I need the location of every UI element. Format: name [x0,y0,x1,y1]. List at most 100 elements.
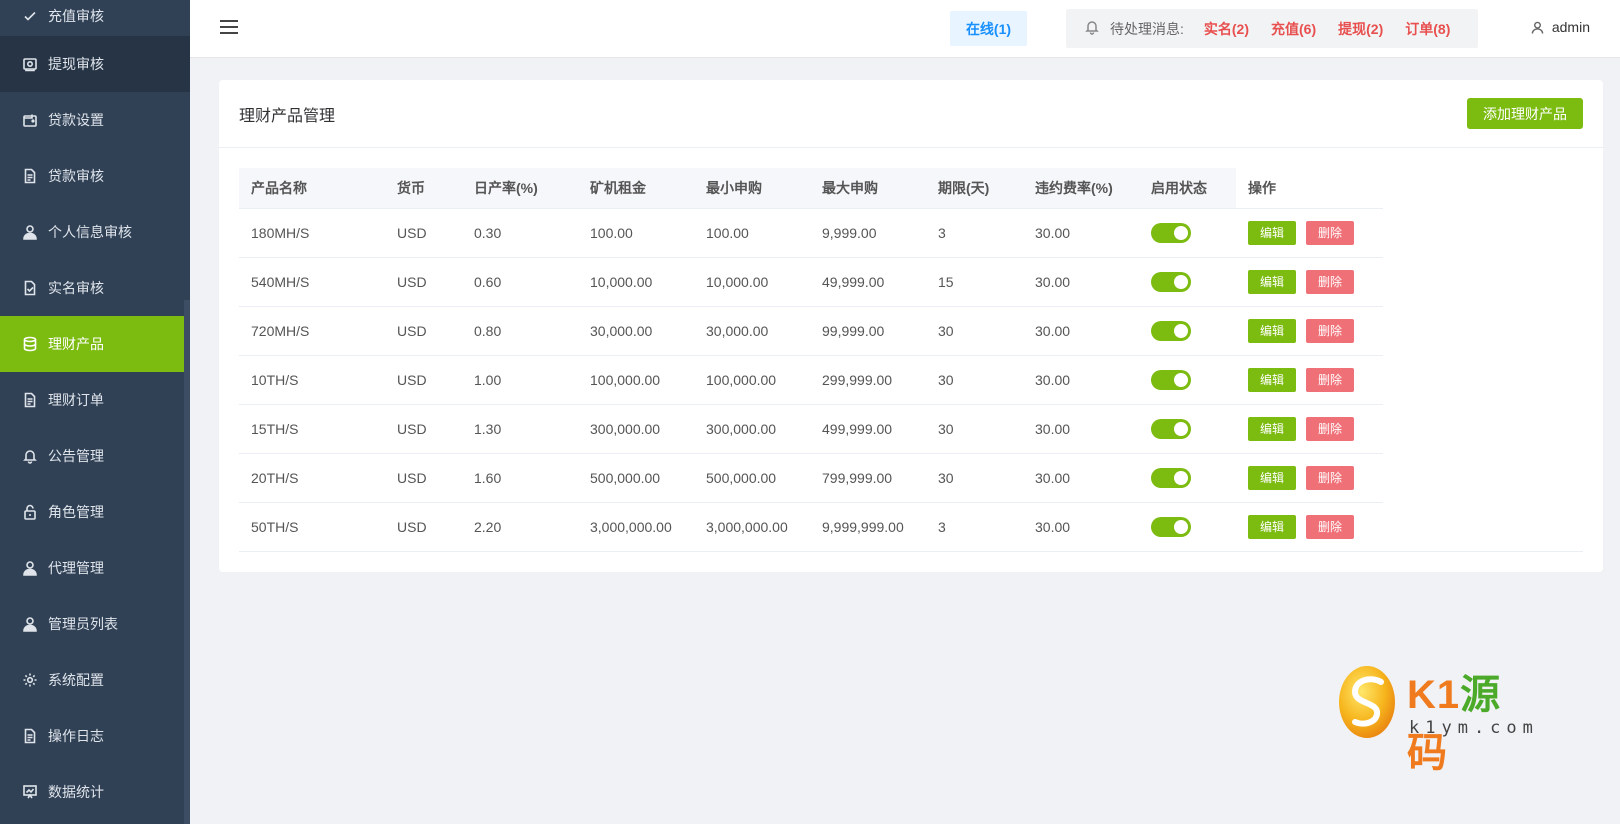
table-cell: 3,000,000.00 [694,502,810,552]
column-header[interactable]: 产品名称 [239,168,385,209]
enable-toggle[interactable] [1151,222,1191,243]
enable-toggle[interactable] [1151,516,1191,537]
column-header[interactable]: 矿机租金 [578,168,694,209]
sidebar-item-4[interactable]: 个人信息审核 [0,204,190,260]
sidebar-item-11[interactable]: 管理员列表 [0,596,190,652]
edit-button[interactable]: 编辑 [1248,269,1297,294]
sidebar-item-14[interactable]: 数据统计 [0,764,190,820]
table-cell: 540MH/S [239,257,385,307]
table-cell: 30.00 [1023,208,1139,258]
column-header[interactable]: 日产率(%) [462,168,578,209]
notice-link-withdraw[interactable]: 提现(2) [1338,19,1383,39]
table-cell: 9,999,999.00 [810,502,926,552]
enable-toggle[interactable] [1151,369,1191,390]
enable-toggle[interactable] [1151,320,1191,341]
sidebar-item-0[interactable]: 充值审核 [0,0,190,36]
edit-button[interactable]: 编辑 [1248,367,1297,392]
delete-button[interactable]: 删除 [1306,416,1355,441]
table-cell: 30.00 [1023,404,1139,454]
wallet-icon [22,112,38,128]
notice-link-realname[interactable]: 实名(2) [1204,19,1249,39]
table-cell: 100.00 [578,208,694,258]
table-row: 180MH/S USD 0.30 100.00 100.00 9,999.00 3 30.00… [239,208,1383,258]
column-header[interactable]: 操作 [1236,168,1383,209]
column-header[interactable]: 最小申购 [694,168,810,209]
brand-url: k1ym.com [1409,718,1539,738]
delete-button[interactable]: 删除 [1306,220,1355,245]
edit-button[interactable]: 编辑 [1248,514,1297,539]
sidebar-item-label: 个人信息审核 [48,224,132,240]
table-cell: 3,000,000.00 [578,502,694,552]
table-cell: 3 [926,502,1023,552]
table-cell: USD [385,355,462,405]
column-header[interactable]: 最大申购 [810,168,926,209]
notice-link-orders[interactable]: 订单(8) [1405,19,1450,39]
toggle-knob [1174,225,1188,240]
user-menu[interactable]: admin [1531,19,1590,35]
enable-toggle[interactable] [1151,271,1191,292]
top-header: 在线(1) 待处理消息: 实名(2) 充值(6) 提现(2) 订单(8) adm… [190,0,1620,58]
sidebar-item-label: 操作日志 [48,728,104,744]
column-header[interactable]: 违约费率(%) [1023,168,1139,209]
table-cell: 0.30 [462,208,578,258]
table-cell: 1.00 [462,355,578,405]
bell-icon [22,448,38,464]
edit-button[interactable]: 编辑 [1248,220,1297,245]
sidebar-item-label: 系统配置 [48,672,104,688]
gear-icon [22,672,38,688]
table-cell: 15 [926,257,1023,307]
edit-button[interactable]: 编辑 [1248,416,1297,441]
menu-toggle-icon[interactable] [220,20,238,36]
table-cell: 30 [926,404,1023,454]
delete-button[interactable]: 删除 [1306,367,1355,392]
actions-cell: 编辑 删除 [1236,502,1383,552]
sidebar-item-8[interactable]: 公告管理 [0,428,190,484]
toggle-knob [1174,470,1188,485]
edit-button[interactable]: 编辑 [1248,318,1297,343]
user-icon [22,616,38,632]
status-cell [1139,404,1236,454]
table-cell: 30.00 [1023,502,1139,552]
delete-button[interactable]: 删除 [1306,269,1355,294]
enable-toggle[interactable] [1151,418,1191,439]
table-cell: 30.00 [1023,355,1139,405]
table-cell: 180MH/S [239,208,385,258]
add-product-button[interactable]: 添加理财产品 [1467,98,1583,129]
sidebar-item-5[interactable]: 实名审核 [0,260,190,316]
enable-toggle[interactable] [1151,467,1191,488]
sidebar-item-12[interactable]: 系统配置 [0,652,190,708]
online-count-badge[interactable]: 在线(1) [950,11,1027,46]
sidebar-item-7[interactable]: 理财订单 [0,372,190,428]
toggle-knob [1174,421,1188,436]
edit-button[interactable]: 编辑 [1248,465,1297,490]
sidebar-item-10[interactable]: 代理管理 [0,540,190,596]
sidebar-item-label: 数据统计 [48,784,104,800]
delete-button[interactable]: 删除 [1306,318,1355,343]
sidebar-item-1[interactable]: 提现审核 [0,36,190,92]
sidebar-item-6[interactable]: 理财产品 [0,316,190,372]
column-header[interactable]: 货币 [385,168,462,209]
delete-button[interactable]: 删除 [1306,514,1355,539]
sidebar: 充值审核 提现审核 贷款设置 贷款审核个人信息审核实名审核 理财产品 理财订单 公告管理 角色… [0,0,190,824]
status-cell [1139,306,1236,356]
table-cell: 100.00 [694,208,810,258]
brand-watermark: K1源码 k1ym.com [1337,660,1539,775]
document-icon [22,168,38,184]
sidebar-item-3[interactable]: 贷款审核 [0,148,190,204]
actions-cell: 编辑 删除 [1236,306,1383,356]
sidebar-scrollbar[interactable] [184,300,190,824]
sidebar-item-2[interactable]: 贷款设置 [0,92,190,148]
table-cell: 299,999.00 [810,355,926,405]
page-title: 理财产品管理 [239,107,336,125]
database-icon [22,336,38,352]
table-cell: 3 [926,208,1023,258]
delete-button[interactable]: 删除 [1306,465,1355,490]
bell-icon [1084,19,1100,38]
column-header[interactable]: 启用状态 [1139,168,1236,209]
column-header[interactable]: 期限(天) [926,168,1023,209]
sidebar-item-9[interactable]: 角色管理 [0,484,190,540]
user-icon [22,224,38,240]
sidebar-item-13[interactable]: 操作日志 [0,708,190,764]
table-cell: 0.80 [462,306,578,356]
notice-link-recharge[interactable]: 充值(6) [1271,19,1316,39]
